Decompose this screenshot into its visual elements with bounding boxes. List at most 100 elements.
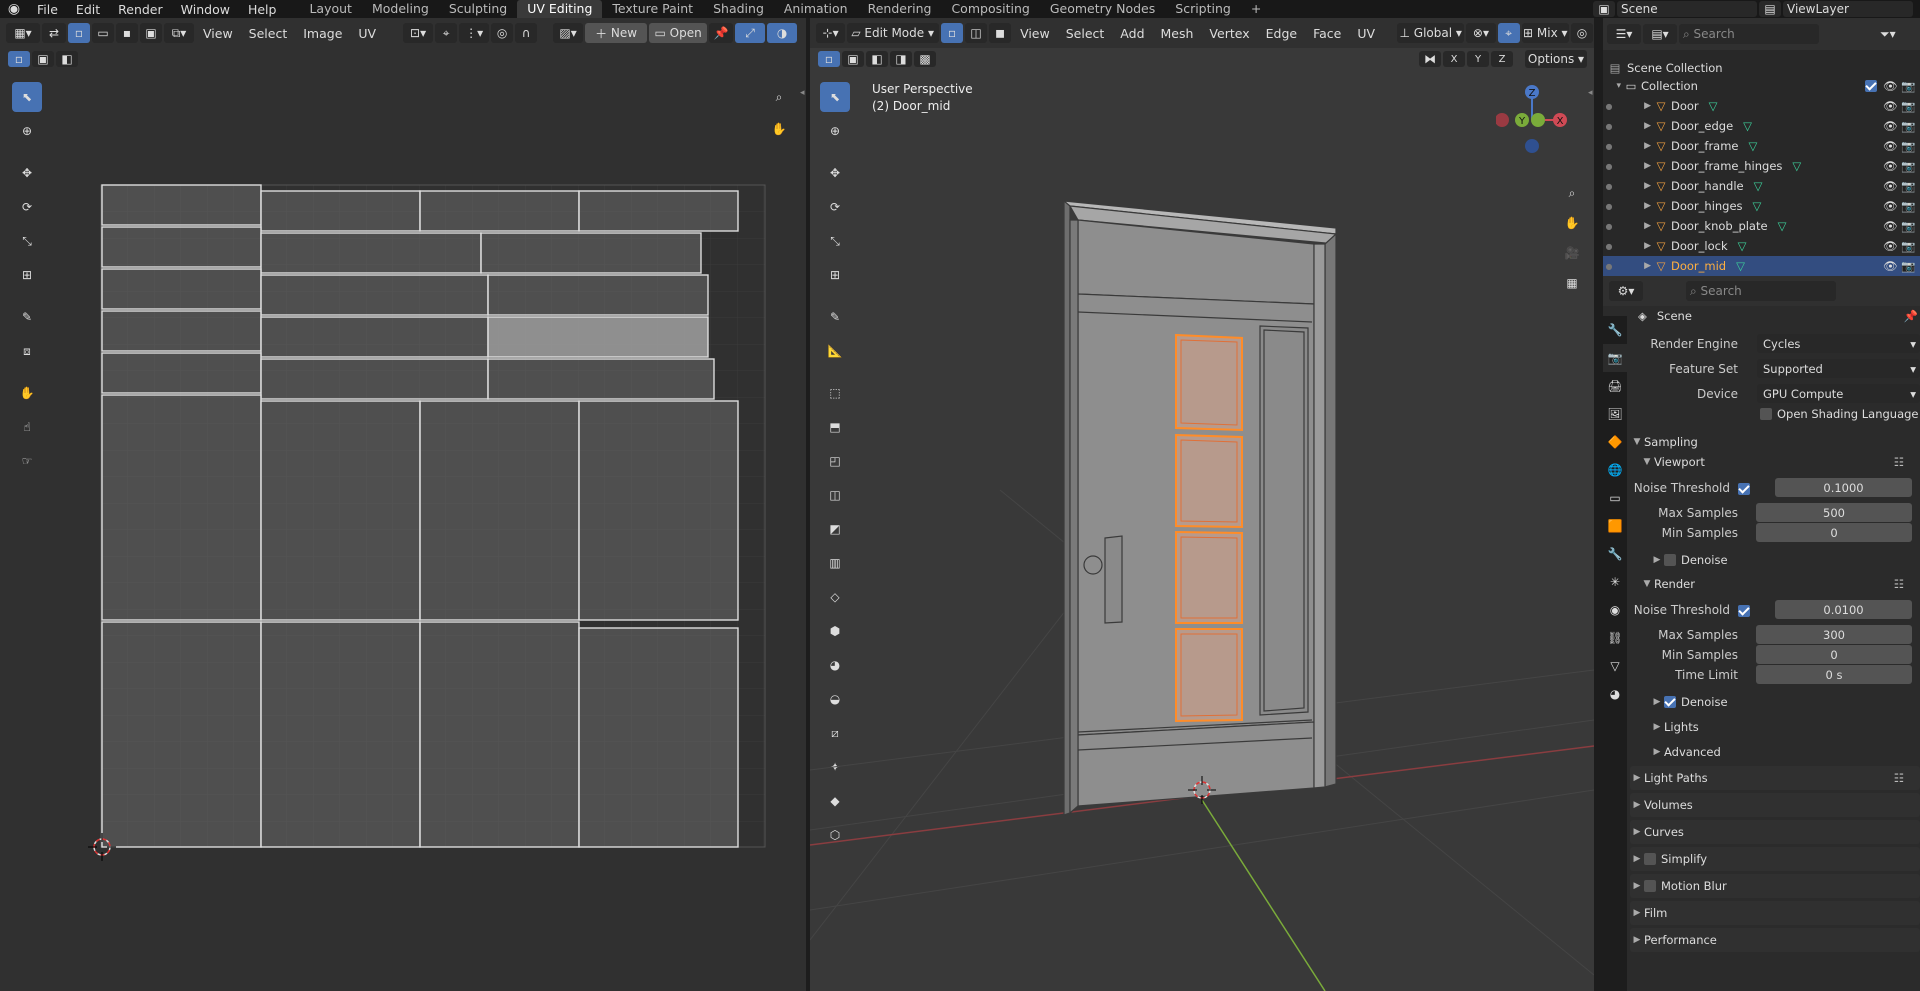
vp-select-intersect-icon[interactable]: ▩ [914,51,936,67]
render-visibility-icon[interactable]: 📷 [1901,159,1915,173]
lights-subpanel[interactable]: ▶ Lights [1650,717,1920,737]
simplify-panel[interactable]: ▶ Simplify [1630,847,1920,871]
scene-collection-row[interactable]: ▤ Scene Collection [1603,58,1920,78]
vp-menu-add[interactable]: Add [1112,26,1152,41]
snap-target-icon[interactable]: ⋮▾ [459,23,490,43]
menu-render[interactable]: Render [109,2,172,17]
r-denoise-checkbox[interactable] [1664,696,1676,708]
mirror-icon[interactable]: ⧓ [1419,51,1441,67]
pivot-icon[interactable]: ⊡▾ [403,23,434,43]
particles-tab-icon[interactable]: ✳ [1603,568,1627,596]
collection-row[interactable]: ▾ ▭ Collection 👁 📷 [1603,76,1920,96]
sticky-select-icon[interactable]: ⧉▾ [164,23,194,43]
volumes-panel[interactable]: ▶ Volumes [1630,793,1920,817]
snap-toggle-icon[interactable]: ⌖ [1497,23,1520,43]
pin-context-icon[interactable]: 📌 [1904,309,1918,323]
viewlayer-selector[interactable]: ViewLayer [1783,1,1913,17]
output-tab-icon[interactable]: 🖨 [1603,372,1627,400]
open-image-button[interactable]: ▭ Open [649,23,708,43]
expand-icon[interactable]: ▶ [1615,121,1651,131]
mesh-data-icon[interactable]: ▽ [1738,239,1747,253]
outliner-item[interactable]: ● ▶ ▽ Door_handle ▽ 👁 📷 [1603,176,1920,196]
material-tab-icon[interactable]: ◕ [1603,680,1627,708]
menu-uv[interactable]: UV [350,26,384,41]
area-divider-right[interactable] [1594,18,1603,991]
outliner-item[interactable]: ● ▶ ▽ Door_lock ▽ 👁 📷 [1603,236,1920,256]
3d-scene[interactable] [810,70,1594,991]
render-tab-icon[interactable]: 📷 [1603,344,1627,372]
viewport-presets-icon[interactable]: ☷ [1894,455,1904,469]
mesh-data-icon[interactable]: ▽ [1743,119,1752,133]
r-min-samples-field[interactable]: 0 [1756,645,1912,664]
mesh-data-icon[interactable]: ▽ [1749,139,1758,153]
outliner-item[interactable]: ● ▶ ▽ Door_frame ▽ 👁 📷 [1603,136,1920,156]
tab-shading[interactable]: Shading [703,0,774,18]
proportional-edit-icon[interactable]: ◎ [491,23,514,43]
menu-window[interactable]: Window [172,2,239,17]
vp-select-extend-icon[interactable]: ▣ [842,51,864,67]
menu-image[interactable]: Image [295,26,350,41]
scene-selector[interactable]: Scene [1617,1,1757,17]
vp-menu-select[interactable]: Select [1058,26,1113,41]
vp-max-samples-field[interactable]: 500 [1756,503,1912,522]
view-layer-tab-icon[interactable]: 🖼 [1603,400,1627,428]
uv-canvas[interactable] [0,70,800,990]
face-select-icon[interactable]: ▪ [116,23,138,43]
overlay-toggle-icon[interactable]: ◑ [767,23,798,43]
blender-logo-icon[interactable]: ◉ [0,0,28,18]
tab-modeling[interactable]: Modeling [362,0,439,18]
film-panel[interactable]: ▶ Film [1630,901,1920,925]
tab-scripting[interactable]: Scripting [1165,0,1241,18]
pin-icon[interactable]: 📌 [709,23,734,43]
physics-tab-icon[interactable]: ◉ [1603,596,1627,624]
props-editor-type-icon[interactable]: ⚙▾ [1609,281,1643,301]
constraints-tab-icon[interactable]: ⛓ [1603,624,1627,652]
outliner-item[interactable]: ● ▶ ▽ Door ▽ 👁 📷 [1603,96,1920,116]
tab-uv-editing[interactable]: UV Editing [517,0,603,18]
collection-checkbox[interactable] [1865,80,1877,92]
select-extend-icon[interactable]: ▣ [32,51,54,67]
tab-rendering[interactable]: Rendering [858,0,942,18]
filter-icon[interactable]: ⏷▾ [1880,27,1896,42]
gizmo-toggle-icon[interactable]: ⤢ [735,23,766,43]
add-workspace-button[interactable]: + [1241,0,1271,18]
vp-menu-uv[interactable]: UV [1349,26,1383,41]
vp-min-samples-field[interactable]: 0 [1756,523,1912,542]
osl-checkbox[interactable] [1760,408,1772,420]
vp-menu-vertex[interactable]: Vertex [1201,26,1257,41]
world-tab-icon[interactable]: 🌐 [1603,456,1627,484]
outliner-search-input[interactable]: ⌕ Search [1679,24,1819,44]
vp-noise-threshold-field[interactable]: 0.1000 [1775,478,1912,497]
pivot-point-icon[interactable]: ⊗▾ [1466,23,1496,43]
expand-icon[interactable]: ▶ [1615,141,1651,151]
visibility-icon[interactable]: 👁 [1883,99,1898,113]
r-noise-threshold-checkbox[interactable] [1738,605,1750,617]
vp-denoise-row[interactable]: ▶ Denoise [1650,550,1920,570]
mesh-data-icon[interactable]: ▽ [1792,159,1801,173]
light-paths-presets-icon[interactable]: ☷ [1894,771,1904,785]
mesh-data-icon[interactable]: ▽ [1778,219,1787,233]
object-tab-icon[interactable]: 🟧 [1603,512,1627,540]
visibility-icon[interactable]: 👁 [1883,219,1898,233]
visibility-icon[interactable]: 👁 [1883,179,1898,193]
render-visibility-icon[interactable]: 📷 [1901,199,1915,213]
mesh-data-icon[interactable]: ▽ [1753,199,1762,213]
props-search-input[interactable]: ⌕ Search [1686,281,1836,301]
motion-blur-panel[interactable]: ▶ Motion Blur [1630,874,1920,898]
performance-panel[interactable]: ▶ Performance [1630,928,1920,952]
display-mode-icon[interactable]: ▤▾ [1643,24,1677,44]
render-engine-dropdown[interactable]: Cycles ▾ [1757,334,1920,353]
outliner-editor-type-icon[interactable]: ☰▾ [1607,24,1641,44]
outliner-item[interactable]: ● ▶ ▽ Door_knob_plate ▽ 👁 📷 [1603,216,1920,236]
render-presets-icon[interactable]: ☷ [1894,577,1904,591]
motion-blur-checkbox[interactable] [1644,880,1656,892]
r-denoise-row[interactable]: ▶ Denoise [1650,692,1920,712]
snap-mode-selector[interactable]: ⊞ Mix ▾ [1521,23,1569,43]
tool-tab-icon[interactable]: 🔧 [1603,316,1627,344]
outliner-item[interactable]: ● ▶ ▽ Door_hinges ▽ 👁 📷 [1603,196,1920,216]
sampling-panel-header[interactable]: ▼ Sampling [1630,432,1920,452]
expand-icon[interactable]: ▶ [1615,161,1651,171]
editor-type-icon[interactable]: ▦▾ [6,23,40,43]
r-time-limit-field[interactable]: 0 s [1756,665,1912,684]
collection-expand-icon[interactable]: ▾ [1603,81,1621,91]
